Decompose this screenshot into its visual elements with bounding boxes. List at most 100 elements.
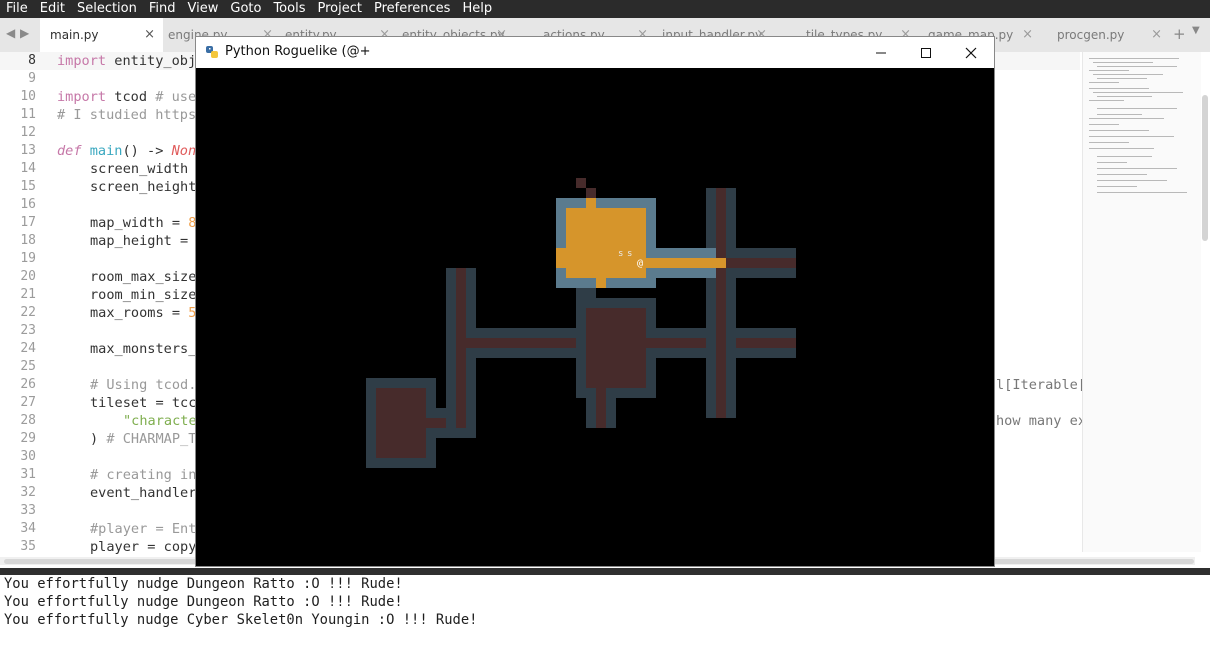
- map-floor: [726, 258, 796, 268]
- code-line-35: player = copy: [90, 539, 197, 555]
- line-number: 10: [20, 89, 36, 104]
- console-panel: You effortfully nudge Dungeon Ratto :O !…: [0, 575, 1210, 664]
- line-number: 35: [20, 539, 36, 554]
- minimap-line: [1089, 88, 1149, 89]
- menu-preferences[interactable]: Preferences: [368, 0, 456, 18]
- menu-help[interactable]: Help: [456, 0, 498, 18]
- maximize-icon: [921, 47, 931, 58]
- line-number: 17: [20, 215, 36, 230]
- menu-file[interactable]: File: [0, 0, 34, 18]
- menu-tools[interactable]: Tools: [267, 0, 311, 18]
- code-line-34: #player = Ent: [90, 521, 197, 537]
- code-line-26: # Using tcod.: [90, 377, 197, 393]
- line-number: 11: [20, 107, 36, 122]
- close-icon: [965, 47, 977, 58]
- minimap-line: [1089, 136, 1174, 137]
- minimap-line: [1097, 108, 1177, 109]
- line-number: 18: [20, 233, 36, 248]
- line-number: 31: [20, 467, 36, 482]
- minimap-line: [1089, 82, 1119, 83]
- game-window[interactable]: Python Roguelike (@+ s s @: [195, 36, 995, 567]
- line-number: 20: [20, 269, 36, 284]
- line-number: 9: [28, 71, 36, 86]
- minimap-line: [1097, 180, 1167, 181]
- map-floor-visible: [566, 208, 646, 278]
- menu-view[interactable]: View: [182, 0, 225, 18]
- monster-glyph: s: [627, 249, 632, 259]
- code-line-8: import entity_obj: [57, 53, 197, 69]
- monster-glyph: s: [618, 249, 623, 259]
- player-glyph: @: [637, 258, 643, 269]
- maximize-button[interactable]: [903, 37, 949, 68]
- map-floor: [466, 338, 586, 348]
- menu-project[interactable]: Project: [311, 0, 367, 18]
- line-number: 22: [20, 305, 36, 320]
- code-line-11: # I studied https: [57, 107, 197, 123]
- tab-list-chevron-icon[interactable]: ▼: [1192, 25, 1200, 36]
- map-floor: [586, 308, 646, 388]
- new-tab-icon[interactable]: +: [1173, 25, 1186, 43]
- minimap-line: [1089, 118, 1164, 119]
- tab-main-py[interactable]: main.py ×: [40, 18, 163, 52]
- map-floor-visible: [556, 248, 566, 268]
- line-number: 24: [20, 341, 36, 356]
- tab-close-icon[interactable]: ×: [1022, 27, 1033, 42]
- console-line: You effortfully nudge Dungeon Ratto :O !…: [4, 576, 403, 592]
- code-line-32: event_handler: [90, 485, 197, 501]
- map-floor: [456, 268, 466, 428]
- line-number: 25: [20, 359, 36, 374]
- line-number: 28: [20, 413, 36, 428]
- minimize-button[interactable]: [858, 37, 904, 68]
- menu-find[interactable]: Find: [143, 0, 182, 18]
- tab-procgen-py[interactable]: procgen.py ×: [1047, 18, 1170, 52]
- vertical-scrollbar[interactable]: [1202, 95, 1208, 241]
- minimap-line: [1089, 124, 1119, 125]
- tab-close-icon[interactable]: ×: [1151, 27, 1162, 42]
- minimap-line: [1097, 156, 1152, 157]
- menu-edit[interactable]: Edit: [34, 0, 71, 18]
- map-floor: [376, 388, 426, 458]
- minimize-icon: [876, 52, 886, 53]
- code-line-22: max_rooms = 5: [90, 305, 197, 321]
- code-line-14: screen_width: [90, 161, 197, 177]
- line-number: 15: [20, 179, 36, 194]
- map-floor-visible: [596, 278, 606, 288]
- minimap-line: [1093, 62, 1153, 63]
- game-window-titlebar[interactable]: Python Roguelike (@+: [196, 37, 994, 68]
- map-floor-visible: [586, 198, 596, 208]
- line-number: 26: [20, 377, 36, 392]
- tab-scroll-left-icon[interactable]: ◀: [6, 26, 15, 40]
- game-window-title: Python Roguelike (@+: [225, 44, 371, 59]
- line-number: 23: [20, 323, 36, 338]
- code-line-27: tileset = tcc: [90, 395, 197, 411]
- code-line-28: "characte: [123, 413, 197, 429]
- code-line-13: def main() -> Non: [57, 143, 197, 159]
- code-line-20: room_max_size: [90, 269, 197, 285]
- panel-divider[interactable]: [0, 568, 1210, 575]
- game-map-canvas[interactable]: s s @: [196, 68, 994, 566]
- minimap-line: [1097, 192, 1187, 193]
- code-line-26-tail: l[Iterable[: [996, 377, 1087, 393]
- minimap-line: [1097, 114, 1142, 115]
- map-floor-visible: [646, 258, 726, 268]
- code-line-21: room_min_size: [90, 287, 197, 303]
- line-number: 29: [20, 431, 36, 446]
- line-number: 12: [20, 125, 36, 140]
- code-line-28-tail: how many ex: [996, 413, 1087, 429]
- tab-scroll-right-icon[interactable]: ▶: [20, 26, 29, 40]
- minimap-line: [1089, 70, 1129, 71]
- minimap-line: [1089, 148, 1154, 149]
- line-number: 27: [20, 395, 36, 410]
- menu-goto[interactable]: Goto: [224, 0, 267, 18]
- minimap[interactable]: [1082, 52, 1201, 552]
- minimap-line: [1097, 66, 1177, 67]
- menu-selection[interactable]: Selection: [71, 0, 143, 18]
- minimap-line: [1097, 78, 1147, 79]
- line-number: 32: [20, 485, 36, 500]
- minimap-line: [1097, 162, 1127, 163]
- tab-label: main.py: [50, 28, 99, 42]
- tab-close-icon[interactable]: ×: [144, 27, 155, 42]
- close-button[interactable]: [948, 37, 994, 68]
- minimap-line: [1089, 142, 1129, 143]
- map-wall: [576, 288, 596, 308]
